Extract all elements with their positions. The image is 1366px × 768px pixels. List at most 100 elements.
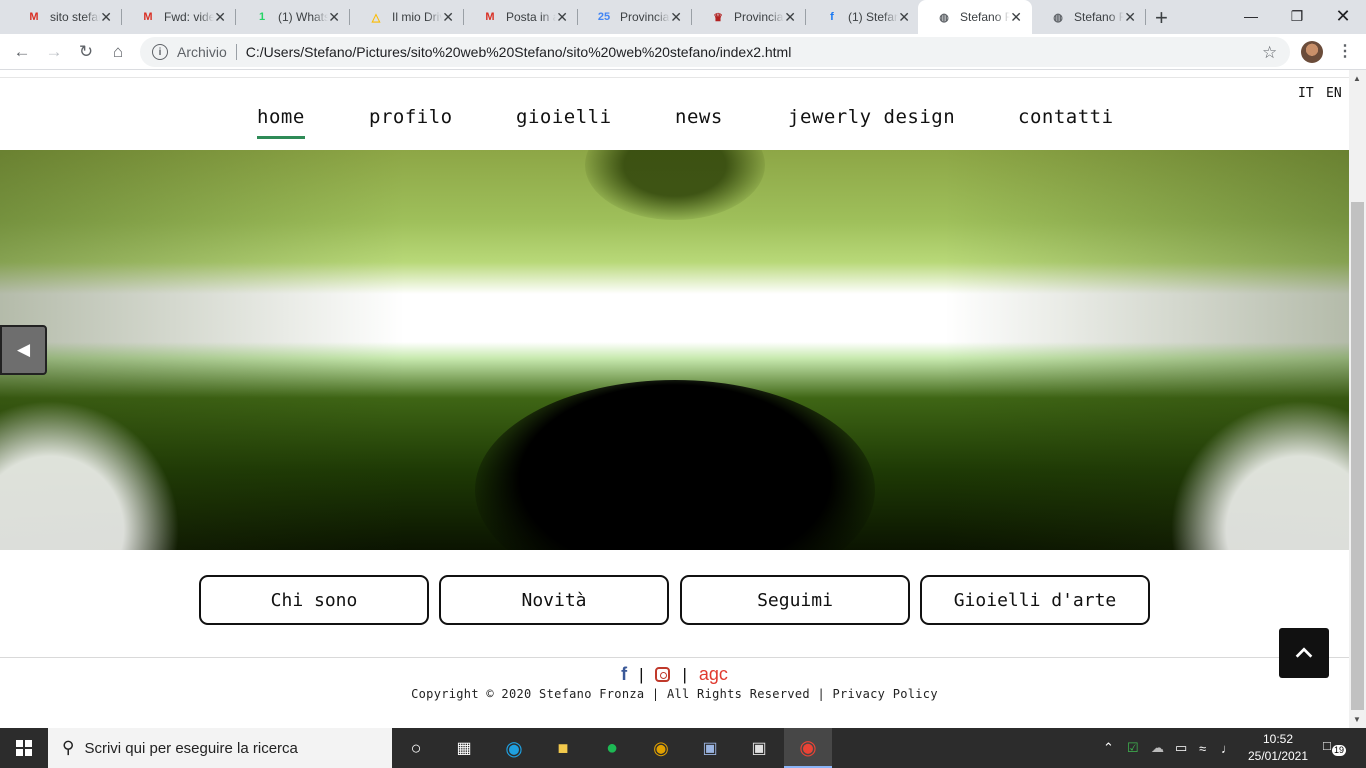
agc-link[interactable]: agc [699,664,728,685]
wifi-icon[interactable]: ≈ [1199,728,1206,768]
back-to-top-button[interactable] [1279,628,1329,678]
card-novita[interactable]: Novità [439,575,669,625]
address-url[interactable]: C:/Users/Stefano/Pictures/sito%20web%20S… [246,44,792,60]
facebook-icon: f [830,11,834,23]
instagram-icon[interactable] [655,667,671,682]
battery-icon[interactable]: ▭ [1175,728,1187,768]
edge-icon[interactable]: ◉ [490,728,538,768]
info-icon[interactable]: i [152,44,168,60]
menu-kebab-icon[interactable]: ⋮ [1337,41,1353,61]
social-separator: | [639,664,644,684]
facebook-icon[interactable]: f [621,664,627,685]
chrome-icon[interactable]: ◉ [784,728,832,768]
browser-tab[interactable]: ◍ Stefano Fronza✕ [918,0,1032,34]
page-viewport: IT EN home profilo gioielli news jewerly… [0,70,1349,728]
crest-icon: ♛ [713,11,723,24]
cortana-icon[interactable]: ○ [392,728,440,768]
browser-tab[interactable]: ◍ Stefano Fronza✕ [1032,0,1146,34]
browser-tab[interactable]: f (1) Stefano✕ [806,0,920,34]
globe-icon: ◍ [1053,11,1063,24]
tab-close-icon[interactable]: ✕ [670,9,682,26]
header-top-line [0,77,1349,78]
copyright-text: Copyright © 2020 Stefano Fronza | All Ri… [411,687,938,701]
windows-logo-icon [16,740,32,756]
card-seguimi[interactable]: Seguimi [680,575,910,625]
browser-toolbar: ← → ↻ ⌂ i Archivio C:/Users/Stefano/Pict… [0,34,1366,70]
nav-contatti[interactable]: contatti [1018,106,1114,128]
search-icon: ⚲ [62,738,75,757]
tab-close-icon[interactable]: ✕ [556,9,568,26]
tab-close-icon[interactable]: ✕ [784,9,796,26]
social-separator: | [682,664,687,684]
close-window-button[interactable]: ✕ [1320,0,1366,32]
slider-prev-button[interactable]: ◀ [0,325,47,375]
tab-title: sito stefano [50,10,100,24]
tray-chevron-icon[interactable]: ⌃ [1103,728,1114,768]
gmail-icon: M [485,11,495,23]
app-icon[interactable]: ◉ [637,728,685,768]
scroll-up-icon[interactable]: ▲ [1353,74,1361,83]
home-icon[interactable]: ⌂ [106,40,130,64]
page-scrollbar[interactable]: ▲ ▼ [1349,70,1366,728]
restore-button[interactable]: ❐ [1274,0,1320,32]
spotify-icon[interactable]: ● [588,728,636,768]
tab-close-icon[interactable]: ✕ [328,9,340,26]
browser-tab[interactable]: △ Il mio Drive✕ [350,0,464,34]
browser-tab[interactable]: Msito stefano✕ [8,0,122,34]
browser-tab[interactable]: ♛ Provincia ✕ [692,0,806,34]
file-explorer-icon[interactable]: ■ [539,728,587,768]
nav-news[interactable]: news [675,106,723,128]
card-chi-sono[interactable]: Chi sono [199,575,429,625]
tab-close-icon[interactable]: ✕ [1010,9,1022,26]
address-bar[interactable]: i Archivio C:/Users/Stefano/Pictures/sit… [140,37,1290,67]
nav-home[interactable]: home [257,106,305,139]
reload-icon[interactable]: ↻ [74,40,98,64]
taskbar-search-box[interactable]: ⚲ Scrivi qui per eseguire la ricerca [48,728,392,768]
start-button[interactable] [0,728,48,768]
network-app-icon[interactable]: ▣ [686,728,734,768]
bookmark-star-icon[interactable]: ☆ [1262,43,1277,63]
scroll-down-icon[interactable]: ▼ [1353,715,1361,724]
tab-title: Fwd: video [164,10,214,24]
main-navigation: home profilo gioielli news jewerly desig… [0,106,1349,142]
browser-tab[interactable]: M Posta in arrivo✕ [464,0,578,34]
scrollbar-thumb[interactable] [1351,202,1364,710]
gmail-icon: M [143,11,153,23]
defender-icon[interactable]: ☑ [1127,728,1139,768]
clock-time: 10:52 [1262,732,1294,746]
volume-icon[interactable]: ♩ [1221,728,1234,768]
tab-title: Stefano Fronza [1074,10,1124,24]
card-gioielli-arte[interactable]: Gioielli d'arte [920,575,1150,625]
store-icon[interactable]: ▣ [735,728,783,768]
nav-gioielli[interactable]: gioielli [516,106,612,128]
tab-close-icon[interactable]: ✕ [442,9,454,26]
taskbar-clock[interactable]: 10:52 25/01/2021 [1243,731,1313,765]
tab-title: Posta in arrivo [506,10,556,24]
lang-it-link[interactable]: IT [1298,86,1314,101]
onedrive-icon[interactable]: ☁ [1151,728,1164,768]
profile-avatar[interactable] [1301,41,1323,63]
address-prefix: Archivio [177,44,227,60]
nav-jewerly-design[interactable]: jewerly design [788,106,955,128]
tab-close-icon[interactable]: ✕ [214,9,226,26]
tab-close-icon[interactable]: ✕ [898,9,910,26]
task-view-icon[interactable]: ▦ [440,728,488,768]
tab-close-icon[interactable]: ✕ [1124,9,1136,26]
browser-tab[interactable]: 1 (1) WhatsApp✕ [236,0,350,34]
browser-tab[interactable]: M Fwd: video✕ [122,0,236,34]
browser-tab[interactable]: 25 Provincia ✕ [578,0,692,34]
tab-separator [1145,9,1146,25]
tab-title: Provincia [734,10,784,24]
lang-en-link[interactable]: EN [1326,86,1342,101]
forward-icon[interactable]: → [42,40,66,64]
feature-cards: Chi sono Novità Seguimi Gioielli d'arte [0,575,1349,625]
clock-date: 25/01/2021 [1247,749,1309,763]
minimize-button[interactable]: — [1228,0,1274,32]
tab-close-icon[interactable]: ✕ [100,9,112,26]
tab-title: Il mio Drive [392,10,442,24]
tab-title: Stefano Fronza [960,10,1010,24]
new-tab-button[interactable]: + [1155,5,1168,31]
notification-center-icon[interactable]: □ 19 [1323,738,1347,758]
nav-profilo[interactable]: profilo [369,106,453,128]
back-icon[interactable]: ← [10,40,34,64]
